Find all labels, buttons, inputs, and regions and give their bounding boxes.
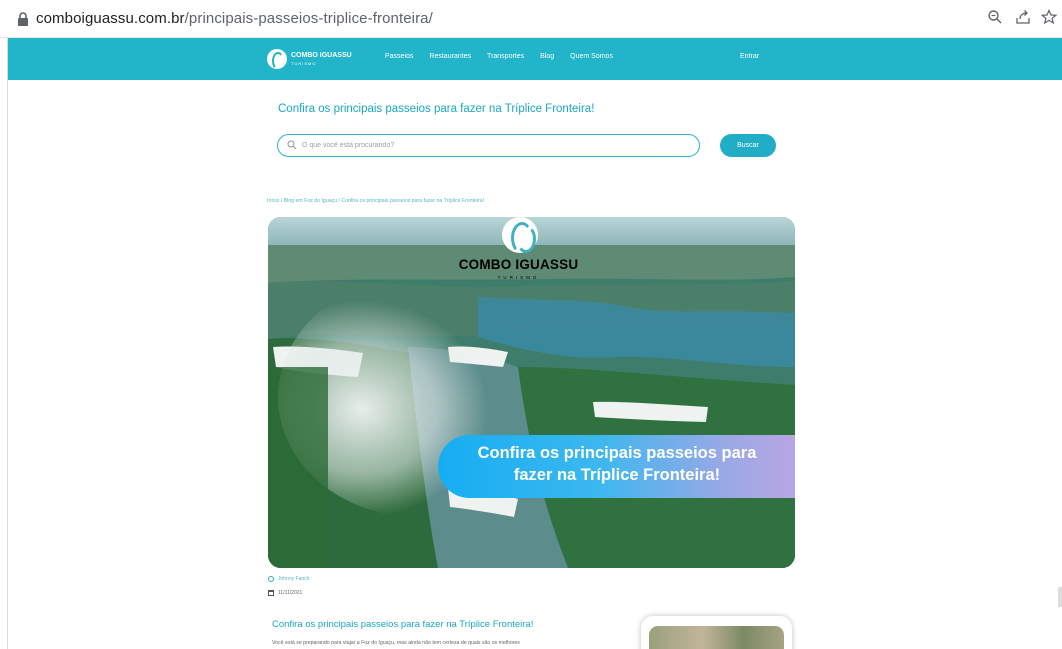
url-path: /principais-passeios-triplice-fronteira/ xyxy=(184,10,433,27)
author-icon xyxy=(268,576,274,582)
scrollbar[interactable] xyxy=(1058,587,1062,607)
logo-sub: TURISMO xyxy=(291,60,317,66)
hero-banner-line2: fazer na Tríplice Fronteira! xyxy=(513,466,721,484)
url-field[interactable]: comboiguassu.com.br/principais-passeios-… xyxy=(36,10,433,27)
menu-item-blog[interactable]: Blog xyxy=(540,53,554,60)
main-menu: Passeios Restaurantes Transportes Blog Q… xyxy=(385,53,629,60)
zoom-icon[interactable] xyxy=(985,9,1005,29)
author-name[interactable]: Johnny Fanch xyxy=(278,576,309,582)
hero-brand-name: COMBO IGUASSU xyxy=(458,257,579,272)
url-host: comboiguassu.com.br xyxy=(36,10,185,27)
date-meta: 11/11/2021 xyxy=(268,590,302,596)
page-viewport: COMBO IGUASSU TURISMO Passeios Restauran… xyxy=(7,38,1062,649)
calendar-icon xyxy=(268,590,274,596)
hero-brand-sub: TURISMO xyxy=(497,275,540,280)
menu-item-transportes[interactable]: Transportes xyxy=(487,53,524,60)
site-logo[interactable]: COMBO IGUASSU TURISMO xyxy=(267,48,352,70)
logo-mark-icon xyxy=(267,49,287,70)
breadcrumb[interactable]: Início / Blog em Foz do Iguaçu / Confira… xyxy=(267,198,484,204)
menu-item-quem-somos[interactable]: Quem Somos xyxy=(570,53,613,60)
menu-item-passeios[interactable]: Passeios xyxy=(385,53,413,60)
bookmark-star-icon[interactable] xyxy=(1039,9,1059,29)
author-meta: Johnny Fanch xyxy=(268,576,309,582)
logo-name: COMBO IGUASSU xyxy=(291,51,352,59)
article-title: Confira os principais passeios para faze… xyxy=(272,619,534,630)
search-input[interactable] xyxy=(302,138,682,153)
page-title: Confira os principais passeios para faze… xyxy=(278,103,595,115)
search-button[interactable]: Buscar xyxy=(720,134,776,157)
search-box[interactable] xyxy=(277,134,700,157)
menu-item-restaurantes[interactable]: Restaurantes xyxy=(429,53,471,60)
login-link[interactable]: Entrar xyxy=(740,53,759,60)
browser-address-bar: comboiguassu.com.br/principais-passeios-… xyxy=(0,0,1062,38)
side-card[interactable] xyxy=(641,616,792,649)
article-intro: Você está se preparando para viajar a Fo… xyxy=(272,640,520,646)
share-icon[interactable] xyxy=(1013,9,1033,29)
side-card-image xyxy=(649,626,784,649)
site-navbar: COMBO IGUASSU TURISMO Passeios Restauran… xyxy=(8,38,1062,80)
hero-image: COMBO IGUASSU TURISMO Confira os princip… xyxy=(268,217,795,568)
search-icon xyxy=(287,140,297,150)
hero-banner-text: Confira os principais passeios para faze… xyxy=(438,442,795,486)
hero-logo-mark-icon xyxy=(502,217,538,254)
hero-banner-line1: Confira os principais passeios para xyxy=(477,444,757,462)
post-date: 11/11/2021 xyxy=(278,590,303,596)
lock-icon xyxy=(18,12,28,26)
